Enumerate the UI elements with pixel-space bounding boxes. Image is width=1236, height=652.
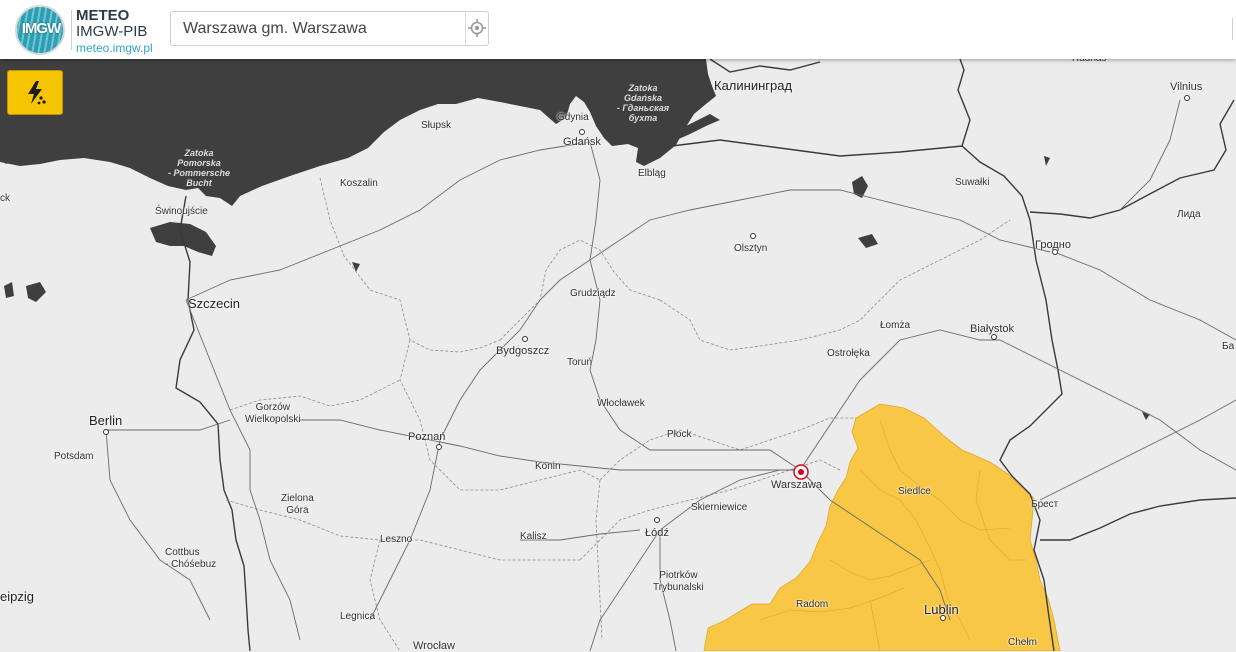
city-label: Grudziądz [570,288,616,299]
city-label: Vilnius [1170,81,1203,93]
selected-location-marker[interactable] [793,464,809,480]
city-label: Zielona Góra [281,493,314,516]
city-label: Лида [1177,209,1201,220]
city-label: ck [0,193,10,204]
city-label: Olsztyn [734,243,768,254]
city-label: Kalisz [520,531,547,542]
city-dot [940,615,946,621]
city-label: Koszalin [340,178,378,189]
city-label: Wrocław [413,640,455,652]
city-label: Ба [1222,341,1235,352]
city-label: Брест [1031,499,1059,510]
locate-divider [465,12,466,45]
city-label: Skierniewice [691,502,748,513]
brand-subtitle: IMGW-PIB [76,23,148,40]
city-dot [436,444,442,450]
locate-button[interactable] [467,18,487,38]
city-label-selected: Warszawa [771,479,822,491]
logo-text: IMGW [21,20,62,37]
city-label: Włocławek [597,398,645,409]
brand-divider [71,10,72,50]
city-dot [1184,95,1190,101]
city-dot [579,129,585,135]
city-label: Berlin [89,413,123,428]
city-label: Potsdam [54,451,94,462]
city-label: Gdańsk [563,136,601,148]
city-label: Radom [796,599,829,610]
city-label: Świnoujście [155,206,208,217]
city-label: Konin [535,461,561,472]
city-label: Ostrołęka [827,348,870,359]
city-dot [103,429,109,435]
city-label: Gorzów Wielkopolski [245,402,301,425]
city-dot [991,334,997,340]
city-label: Gdynia [557,112,589,123]
imgw-logo[interactable]: IMGW [15,5,65,55]
city-label: Suwałki [955,177,990,188]
city-label: Piotrków Trybunalski [653,570,704,593]
lightning-rain-icon [28,81,46,105]
city-label: Poznań [408,431,446,443]
brand-url-link[interactable]: meteo.imgw.pl [76,41,153,55]
city-label: Toruń [567,357,593,368]
city-label: Słupsk [421,120,452,131]
header-right-edge [1232,18,1233,40]
app-header: IMGW METEO IMGW-PIB meteo.imgw.pl [0,0,1236,59]
city-label: Elbląg [638,168,666,179]
city-label: Leszno [380,534,413,545]
city-label: Płock [667,429,692,440]
city-label: eipzig [0,589,34,604]
city-label: Siedlce [898,486,931,497]
city-dot [522,336,528,342]
city-dot [750,233,756,239]
city-label: Legnica [340,611,376,622]
city-label: Cottbus - Chóśebuz [165,547,217,570]
weather-warning-button[interactable] [7,70,63,115]
city-label: Bydgoszcz [496,345,550,357]
sea-label-pomeranian-bay: Zatoka Pomorska - Pommersche Bucht [167,148,231,188]
city-label: Łomża [880,320,911,331]
city-label: Łódź [645,527,669,539]
city-dot [1052,249,1058,255]
city-dot [654,517,660,523]
search-input[interactable] [171,12,465,45]
crosshair-icon [468,19,486,37]
weather-map[interactable]: Zatoka Pomorska - Pommersche Bucht Zatoka Gd… [0,53,1236,652]
city-label: Chełm [1008,637,1037,648]
sea-label-gulf-of-gdansk: Zatoka Gdańska - Гданьская бухта [616,83,670,123]
city-label: Калининград [714,78,793,93]
location-search [170,11,489,46]
brand-title: METEO [76,7,130,24]
city-label: Szczecin [188,296,241,311]
